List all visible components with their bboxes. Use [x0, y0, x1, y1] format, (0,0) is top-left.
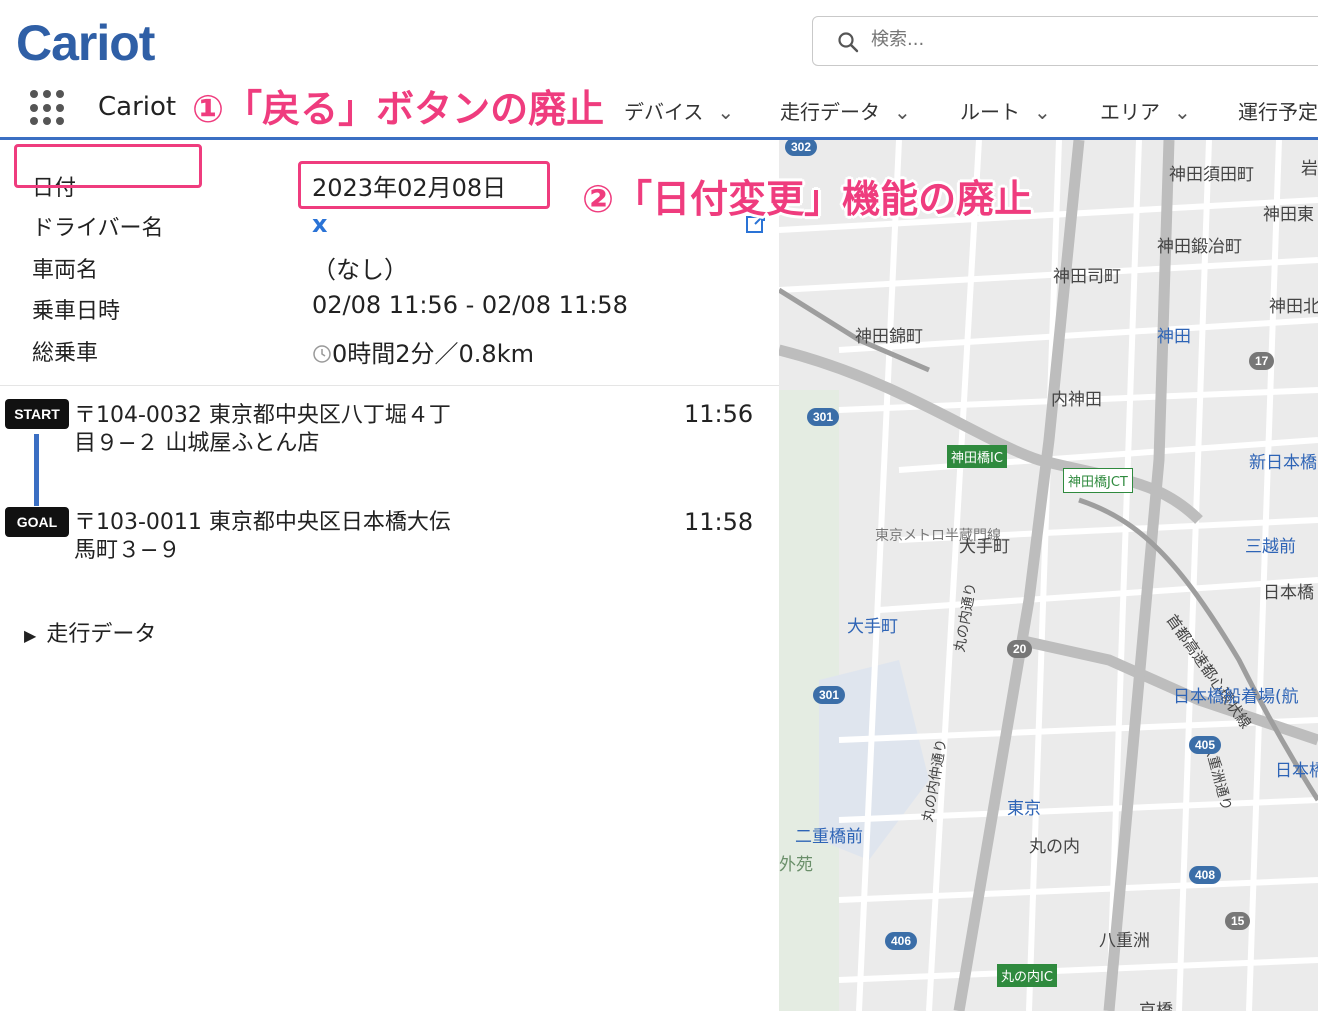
route-connector-line: [34, 434, 39, 506]
clock-icon: [313, 345, 331, 363]
map-roads: [779, 140, 1318, 1011]
highlight-box-date: [298, 161, 550, 209]
map-label-station: 二重橋前: [795, 827, 863, 847]
section-divider: [0, 385, 779, 386]
vehicle-value: （なし）: [312, 256, 408, 284]
route-shield: 17: [1249, 352, 1275, 370]
route-map[interactable]: 神田須田町 神田東 神田鍛冶町 神田司町 神田北 神田錦町 神田 内神田 神田橋…: [779, 140, 1318, 1011]
nav-item-label: 運行予定: [1238, 100, 1318, 124]
map-label: 京橋: [1139, 1001, 1173, 1011]
cariot-logo[interactable]: Cariot: [16, 14, 155, 72]
search-icon: [838, 32, 859, 53]
ride-time-label: 乗車日時: [32, 299, 121, 324]
annotation-remove-date-change: ②「日付変更」機能の廃止: [582, 177, 1033, 221]
route-shield: 20: [1007, 640, 1033, 658]
goal-address: 〒103-0011 東京都中央区日本橋大伝 馬町３−９: [74, 509, 534, 565]
map-label: 神田司町: [1053, 267, 1121, 287]
map-label: 外苑: [779, 855, 813, 875]
trip-data-toggle[interactable]: ▶ 走行データ: [24, 616, 156, 648]
map-label: 神田須田町: [1169, 165, 1254, 185]
map-label: 大手町: [959, 537, 1010, 557]
map-label-station: 神田: [1157, 327, 1191, 347]
map-label-station: 新日本橋: [1249, 453, 1317, 473]
app-launcher-icon[interactable]: [30, 90, 66, 126]
search-input[interactable]: [871, 29, 1271, 50]
chevron-down-icon: ⌄: [1034, 100, 1051, 124]
chevron-down-icon: ⌄: [894, 100, 911, 124]
map-label: 神田錦町: [855, 327, 923, 347]
start-time: 11:56: [684, 400, 754, 428]
map-label-ic: 丸の内IC: [997, 964, 1057, 987]
map-label-jct: 神田橋JCT: [1063, 468, 1133, 493]
route-shield: 405: [1189, 736, 1222, 754]
map-label-ic: 神田橋IC: [947, 445, 1007, 468]
map-label: 神田鍛冶町: [1157, 237, 1242, 257]
chevron-down-icon: ⌄: [1174, 100, 1191, 124]
nav-item-areas[interactable]: エリア ⌄: [1100, 96, 1191, 125]
goal-address-line1: 〒103-0011 東京都中央区日本橋大伝: [74, 510, 451, 535]
nav-item-routes[interactable]: ルート ⌄: [960, 96, 1051, 125]
chevron-down-icon: ⌄: [717, 100, 735, 124]
nav-item-trip-data[interactable]: 走行データ ⌄: [780, 96, 911, 125]
map-label-station: 三越前: [1245, 537, 1296, 557]
nav-item-devices[interactable]: デバイス ⌄: [624, 96, 734, 125]
total-value: 0時間2分／0.8km: [332, 340, 534, 368]
start-address-line2: 目９−２ 山城屋ふとん店: [74, 431, 320, 456]
route-shield: 15: [1225, 912, 1251, 930]
highlight-box-back: [14, 144, 202, 188]
start-badge: START: [5, 399, 69, 429]
map-label: 日本橋: [1275, 761, 1318, 781]
driver-link[interactable]: x: [312, 210, 327, 238]
trip-detail-panel: 日付 2023年02月08日 ②「日付変更」機能の廃止 ドライバー名 x 車両名…: [0, 140, 1032, 1011]
nav-item-label: ルート: [960, 100, 1020, 124]
start-address-line1: 〒104-0032 東京都中央区八丁堀４丁: [74, 403, 451, 428]
global-search[interactable]: [812, 16, 1318, 66]
driver-label: ドライバー名: [32, 216, 164, 241]
map-label: 丸の内: [1029, 837, 1080, 857]
start-address: 〒104-0032 東京都中央区八丁堀４丁 目９−２ 山城屋ふとん店: [74, 402, 534, 458]
map-label-station: 東京: [1007, 799, 1041, 819]
annotation-remove-back-button: ①「戻る」ボタンの廃止: [192, 87, 605, 131]
total-label: 総乗車: [32, 341, 99, 366]
goal-address-line2: 馬町３−９: [74, 538, 181, 563]
route-shield: 408: [1189, 866, 1222, 884]
trip-data-toggle-label: 走行データ: [46, 622, 157, 647]
goal-badge: GOAL: [5, 507, 69, 537]
nav-item-label: エリア: [1100, 100, 1160, 124]
ride-time-value: 02/08 11:56 - 02/08 11:58: [312, 291, 628, 319]
map-label: 八重洲: [1099, 931, 1150, 951]
map-label: 神田北: [1269, 297, 1318, 317]
app-header: Cariot Cariot デバイス ⌄ 走行データ ⌄ ルート ⌄ エリア ⌄ 運行予…: [0, 0, 1318, 140]
app-name: Cariot: [98, 92, 177, 122]
goal-time: 11:58: [684, 508, 754, 536]
nav-item-schedule[interactable]: 運行予定: [1238, 96, 1318, 125]
nav-item-label: デバイス: [624, 100, 704, 124]
map-label: 日本橋: [1263, 583, 1314, 603]
nav-item-label: 走行データ: [780, 100, 880, 124]
vehicle-label: 車両名: [32, 258, 99, 283]
route-shield: 406: [885, 932, 918, 950]
map-label-station: 大手町: [847, 617, 898, 637]
route-shield: 301: [807, 408, 840, 426]
total-value-row: 0時間2分／0.8km: [312, 334, 534, 369]
map-label: 神田東: [1263, 205, 1314, 225]
map-label: 内神田: [1051, 390, 1102, 410]
map-label: 日本橋船着場(航: [1173, 687, 1299, 707]
route-shield: 302: [785, 140, 818, 156]
route-shield: 301: [813, 686, 846, 704]
map-label: 岩: [1301, 159, 1318, 179]
caret-right-icon: ▶: [24, 626, 37, 645]
